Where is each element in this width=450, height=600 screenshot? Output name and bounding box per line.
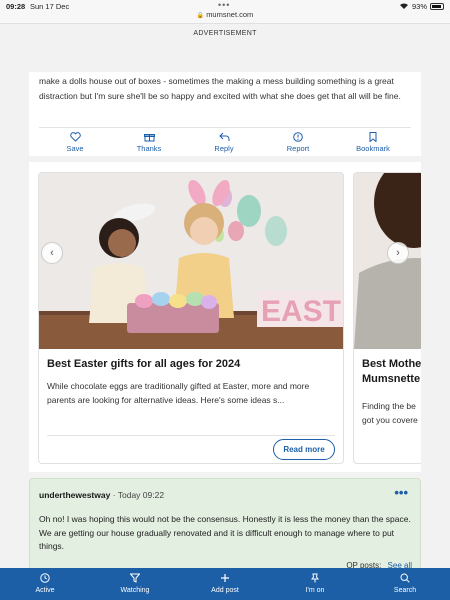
tab-label: Active <box>35 587 55 594</box>
tab-add-post[interactable]: Add post <box>180 568 270 600</box>
article-description-line: got you covere <box>362 415 418 425</box>
article-carousel: EASTER Best Easter gifts for all ages fo… <box>29 162 421 472</box>
carousel-prev-button[interactable]: ‹ <box>41 242 63 264</box>
tab-label: Watching <box>120 587 150 594</box>
article-card[interactable]: Best Mothe Mumsnette Finding the be got … <box>353 172 421 464</box>
tab-label: Add post <box>211 587 239 594</box>
article-title: Best Easter gifts for all ages for 2024 <box>47 358 241 370</box>
article-title: Best Mothe Mumsnette <box>362 357 421 387</box>
search-icon <box>360 573 450 585</box>
multitask-dots-icon[interactable]: ••• <box>218 0 230 10</box>
reply-button[interactable]: Reply <box>194 132 254 153</box>
reply-icon <box>194 132 254 144</box>
reply-author[interactable]: underthewestway <box>39 490 110 500</box>
article-description: While chocolate eggs are traditionally g… <box>47 381 310 405</box>
reply-time: Today 09:22 <box>117 490 165 500</box>
battery-icon <box>430 3 444 10</box>
mothers-day-article-image <box>354 173 421 349</box>
tab-label: Search <box>393 587 417 594</box>
reply-post: underthewestway · Today 09:22 ••• Oh no!… <box>29 478 421 570</box>
report-label: Report <box>286 144 310 153</box>
tab-label: I'm on <box>305 587 325 594</box>
tab-active[interactable]: Active <box>0 568 90 600</box>
read-more-button[interactable]: Read more <box>273 439 335 460</box>
article-description: Finding the be got you covere <box>362 399 421 427</box>
pin-icon <box>270 573 360 585</box>
card-divider <box>47 435 335 436</box>
post-card: make a dolls house out of boxes - someti… <box>29 72 421 156</box>
bookmark-icon <box>343 132 403 144</box>
easter-article-image: EASTER <box>39 173 343 349</box>
report-icon <box>268 132 328 144</box>
reply-label: Reply <box>214 144 234 153</box>
post-text: make a dolls house out of boxes - someti… <box>39 76 401 101</box>
chevron-right-icon: › <box>396 247 400 259</box>
thanks-button[interactable]: Thanks <box>119 132 179 153</box>
clock-icon <box>0 573 90 585</box>
article-title-line: Best Mothe <box>362 358 421 370</box>
thanks-label: Thanks <box>136 144 162 153</box>
gift-icon <box>119 132 179 144</box>
tab-im-on[interactable]: I'm on <box>270 568 360 600</box>
easter-sign-text: EASTER <box>261 295 343 328</box>
bookmark-button[interactable]: Bookmark <box>343 132 403 153</box>
url-text: mumsnet.com <box>206 10 254 19</box>
article-title-line: Mumsnette <box>362 373 421 385</box>
advertisement-label: ADVERTISEMENT <box>193 30 257 37</box>
filter-icon <box>90 573 180 585</box>
reply-body: Oh no! I was hoping this would not be th… <box>39 514 411 551</box>
lock-icon: 🔒 <box>196 13 205 19</box>
article-description-line: Finding the be <box>362 401 416 411</box>
post-divider <box>39 127 411 128</box>
plus-icon <box>180 573 270 585</box>
reply-meta: underthewestway · Today 09:22 <box>39 490 164 500</box>
bottom-tab-bar: Active Watching Add post I'm on Search <box>0 568 450 600</box>
more-options-icon[interactable]: ••• <box>394 485 408 500</box>
heart-icon <box>45 132 105 144</box>
save-button[interactable]: Save <box>45 132 105 153</box>
chevron-left-icon: ‹ <box>50 247 54 259</box>
bookmark-label: Bookmark <box>356 144 390 153</box>
article-card[interactable]: EASTER Best Easter gifts for all ages fo… <box>38 172 344 464</box>
report-button[interactable]: Report <box>268 132 328 153</box>
post-actions: Save Thanks Reply Report Bookmark <box>39 132 411 156</box>
save-label: Save <box>66 144 84 153</box>
tab-search[interactable]: Search <box>360 568 450 600</box>
carousel-next-button[interactable]: › <box>387 242 409 264</box>
tab-watching[interactable]: Watching <box>90 568 180 600</box>
url-bar[interactable]: 🔒 mumsnet.com <box>0 10 450 24</box>
